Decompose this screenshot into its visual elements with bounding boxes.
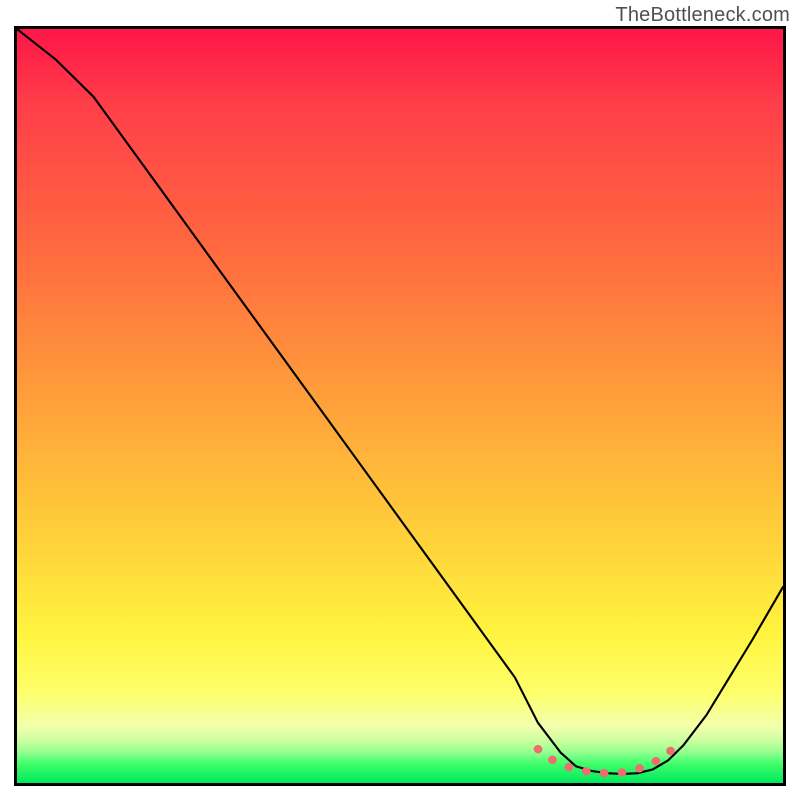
curve-layer (17, 29, 783, 783)
figure: TheBottleneck.com (0, 0, 800, 800)
watermark-label: TheBottleneck.com (615, 4, 790, 27)
bottleneck-curve (17, 29, 783, 774)
plot-area (14, 26, 786, 786)
